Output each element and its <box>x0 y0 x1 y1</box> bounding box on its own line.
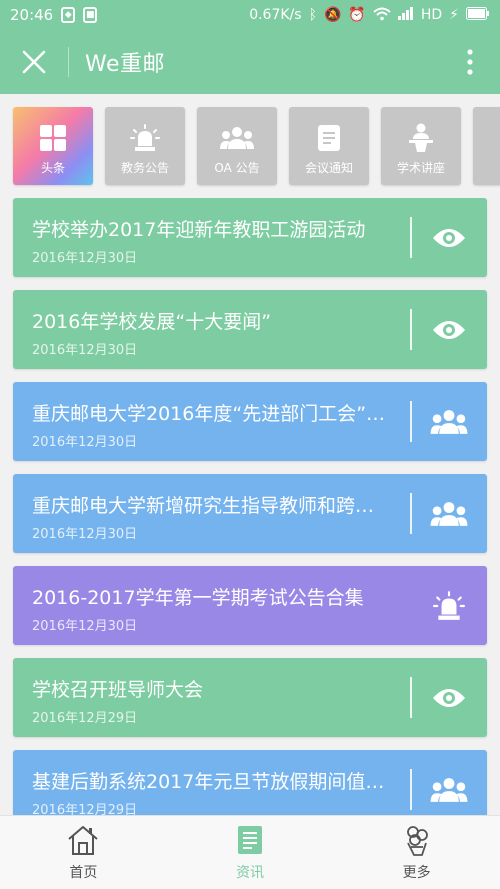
alarm-icon: ⏰ <box>348 7 366 23</box>
card-separator <box>410 309 412 350</box>
news-card[interactable]: 基建后勤系统2017年元旦节放假期间值… 2016年12月29日 <box>13 750 487 815</box>
news-card[interactable]: 学校召开班导师大会 2016年12月29日 <box>13 658 487 737</box>
status-time: 20:46 <box>10 6 54 24</box>
news-title: 学校举办2017年迎新年教职工游园活动 <box>32 219 366 241</box>
card-separator <box>410 677 412 718</box>
news-date: 2016年12月30日 <box>32 435 138 450</box>
nav-news[interactable]: 资讯 <box>167 816 334 889</box>
news-title: 学校召开班导师大会 <box>32 679 204 701</box>
tab-academic-notice[interactable]: 教务公告 <box>105 107 185 185</box>
bluetooth-icon: ᛒ <box>308 7 317 23</box>
more-category-icon <box>496 123 500 153</box>
document-icon <box>312 123 346 153</box>
news-title: 重庆邮电大学新增研究生指导教师和跨… <box>32 495 375 517</box>
grid-icon <box>36 123 70 153</box>
page-title: We重邮 <box>85 52 165 77</box>
app-bar-divider <box>68 47 69 77</box>
tab-more-category[interactable]: 综 <box>473 107 500 185</box>
alarm-light-icon <box>426 585 472 626</box>
tab-label: 学术讲座 <box>396 161 445 175</box>
news-card[interactable]: 重庆邮电大学2016年度“先进部门工会”… 2016年12月30日 <box>13 382 487 461</box>
tab-oa-notice[interactable]: OA 公告 <box>197 107 277 185</box>
eye-icon <box>426 309 472 350</box>
nav-label: 首页 <box>69 865 98 881</box>
news-date: 2016年12月30日 <box>32 527 138 542</box>
group-icon <box>426 401 472 442</box>
tab-meeting-notice[interactable]: 会议通知 <box>289 107 369 185</box>
home-icon <box>65 823 101 857</box>
mute-icon: 🔕 <box>323 7 342 23</box>
charging-icon: ⚡ <box>449 7 459 23</box>
flower-icon <box>399 823 435 857</box>
group-icon <box>426 769 472 810</box>
card-separator <box>410 769 412 810</box>
news-title: 重庆邮电大学2016年度“先进部门工会”… <box>32 403 386 425</box>
network-type: HD <box>420 7 443 23</box>
tab-academic-lecture[interactable]: 学术讲座 <box>381 107 461 185</box>
news-list: 学校举办2017年迎新年教职工游园活动 2016年12月30日 2016年学校发… <box>0 198 500 815</box>
news-card[interactable]: 重庆邮电大学新增研究生指导教师和跨… 2016年12月30日 <box>13 474 487 553</box>
group-icon <box>220 123 254 153</box>
news-icon <box>232 823 268 857</box>
alarm-light-icon <box>128 123 162 153</box>
app-bar: We重邮 <box>0 30 500 94</box>
card-separator <box>410 493 412 534</box>
shield-notification-icon: ◆ <box>61 7 76 23</box>
network-speed: 0.67K/s <box>249 7 302 23</box>
card-separator <box>410 401 412 442</box>
wifi-icon <box>373 7 391 24</box>
tab-label: 会议通知 <box>304 161 353 175</box>
tab-label: OA 公告 <box>214 161 260 175</box>
news-card[interactable]: 2016-2017学年第一学期考试公告合集 2016年12月30日 <box>13 566 487 645</box>
more-options-button[interactable] <box>440 30 500 94</box>
category-tabs: 头条 教务公告 OA 公告 会议通知 学术讲座 <box>0 94 500 198</box>
tab-headlines[interactable]: 头条 <box>13 107 93 185</box>
news-date: 2016年12月30日 <box>32 343 138 358</box>
card-separator <box>410 217 412 258</box>
nav-label: 资讯 <box>236 865 264 881</box>
news-date: 2016年12月29日 <box>32 711 138 726</box>
news-title: 2016年学校发展“十大要闻” <box>32 311 272 333</box>
news-title: 2016-2017学年第一学期考试公告合集 <box>32 587 364 609</box>
status-bar: 20:46 ◆ ■ 0.67K/s ᛒ 🔕 ⏰ HD ⚡ <box>0 0 500 30</box>
news-card[interactable]: 学校举办2017年迎新年教职工游园活动 2016年12月30日 <box>13 198 487 277</box>
news-date: 2016年12月30日 <box>32 619 138 634</box>
lecturer-icon <box>404 123 438 153</box>
tab-label: 教务公告 <box>120 161 169 175</box>
news-date: 2016年12月29日 <box>32 803 138 815</box>
eye-icon <box>426 677 472 718</box>
nav-home[interactable]: 首页 <box>0 816 167 889</box>
news-title: 基建后勤系统2017年元旦节放假期间值… <box>32 771 385 793</box>
app-notification-icon: ■ <box>83 7 98 23</box>
battery-icon <box>466 6 490 24</box>
tab-label: 头条 <box>40 161 65 175</box>
signal-icon <box>397 7 414 23</box>
close-button[interactable] <box>0 30 68 94</box>
news-date: 2016年12月30日 <box>32 251 138 266</box>
news-card[interactable]: 2016年学校发展“十大要闻” 2016年12月30日 <box>13 290 487 369</box>
nav-label: 更多 <box>402 865 431 881</box>
eye-icon <box>426 217 472 258</box>
group-icon <box>426 493 472 534</box>
nav-more[interactable]: 更多 <box>333 816 500 889</box>
close-icon <box>22 50 46 74</box>
bottom-navigation: 首页 资讯 更多 <box>0 815 500 889</box>
more-vertical-icon <box>467 49 473 75</box>
